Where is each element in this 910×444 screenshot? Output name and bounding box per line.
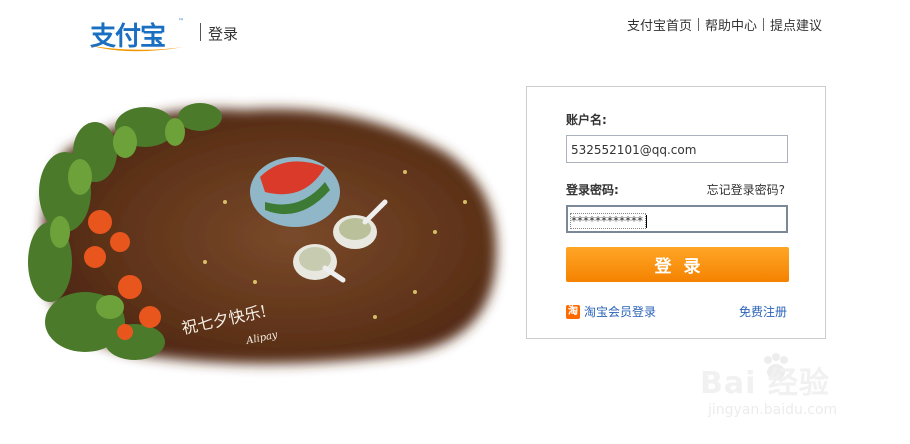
title-divider — [200, 23, 201, 41]
login-button[interactable]: 登录 — [566, 247, 789, 282]
taobao-login-label: 淘宝会员登录 — [584, 305, 657, 319]
taobao-login-link[interactable]: 淘 淘宝会员登录 — [566, 303, 656, 320]
logo-trademark: ™ — [178, 18, 184, 25]
logo-swoosh-icon — [92, 46, 184, 52]
nav-divider — [697, 18, 699, 31]
watermark-url: jingyan.baidu.com — [708, 402, 838, 418]
login-panel: 账户名: 532552101@qq.com 登录密码: 忘记登录密码? ****… — [526, 86, 826, 339]
register-link[interactable]: 免费注册 — [739, 303, 787, 320]
account-label: 账户名: — [566, 113, 607, 127]
watermark-text: Bai 经验 — [700, 366, 830, 401]
nav-help-center[interactable]: 帮助中心 — [705, 15, 757, 34]
forgot-password-link[interactable]: 忘记登录密码? — [707, 181, 785, 198]
text-cursor — [646, 215, 647, 228]
nav-feedback[interactable]: 提点建议 — [770, 15, 822, 34]
password-input[interactable]: ************ — [566, 205, 788, 233]
password-label: 登录密码: — [566, 183, 619, 197]
page-title: 登录 — [208, 25, 239, 43]
password-value: ************ — [570, 213, 646, 229]
alipay-logo[interactable]: 支付宝 ™ — [90, 16, 188, 52]
taobao-icon: 淘 — [566, 304, 580, 319]
nav-divider — [762, 18, 764, 31]
nav-alipay-home[interactable]: 支付宝首页 — [627, 15, 692, 34]
qixi-illustration: 祝七夕快乐! Alipay — [28, 103, 497, 364]
baidu-jingyan-watermark: Bai 经验 jingyan.baidu.com — [700, 340, 870, 430]
account-input[interactable]: 532552101@qq.com — [566, 135, 788, 163]
top-nav: 支付宝首页 帮助中心 提点建议 — [627, 15, 822, 34]
